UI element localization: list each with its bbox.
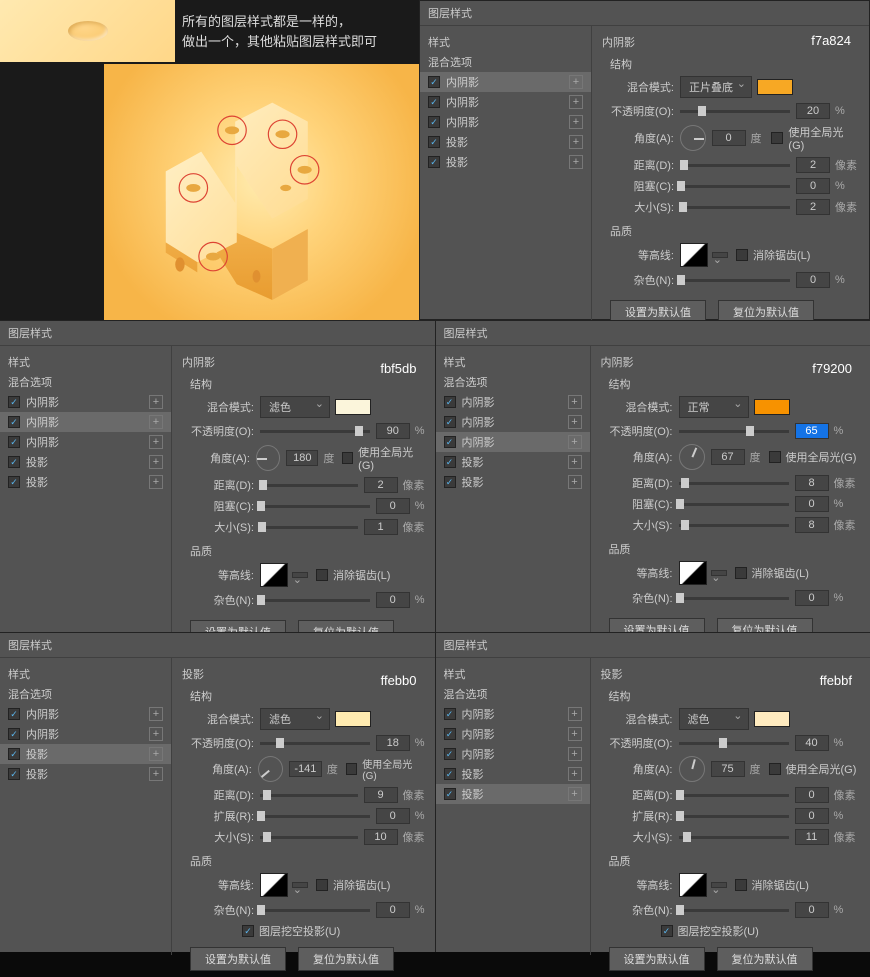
- layer-style-panel-2: 图层样式 样式 混合选项 内阴影+ 内阴影+ 内阴影+ 投影+ 投影+ 内阴影 …: [0, 320, 436, 632]
- drop-shadow-item[interactable]: 投影+: [420, 152, 591, 172]
- antialias-check[interactable]: [736, 249, 748, 261]
- panel-title: 图层样式: [0, 321, 435, 346]
- noise-slider[interactable]: [680, 279, 790, 282]
- preview-area: 所有的图层样式都是一样的，做出一个，其他粘贴图层样式即可: [0, 0, 419, 320]
- contour-picker[interactable]: [680, 243, 708, 267]
- opacity-value[interactable]: 20: [796, 103, 830, 119]
- color-hex-label: f79200: [812, 361, 852, 376]
- opacity-slider[interactable]: [680, 110, 790, 113]
- style-header: 样式: [420, 32, 591, 52]
- style-list: 样式 混合选项 内阴影+ 内阴影+ 内阴影+ 投影+ 投影+: [420, 26, 592, 338]
- drop-shadow-item[interactable]: 投影+: [420, 132, 591, 152]
- add-icon[interactable]: +: [569, 115, 583, 129]
- add-icon[interactable]: +: [569, 135, 583, 149]
- color-hex-label: ffebbf: [820, 673, 852, 688]
- params-area: 内阴影 结构 混合模式:正片叠底 不透明度(O):20% 角度(A):0度使用全…: [592, 26, 869, 338]
- layer-style-panel-5: 图层样式 样式 混合选项 内阴影+ 内阴影+ 内阴影+ 投影+ 投影+ 投影 结…: [436, 632, 870, 952]
- inner-shadow-item[interactable]: 内阴影+: [420, 72, 591, 92]
- small-preview: [0, 0, 175, 62]
- distance-value[interactable]: 2: [796, 157, 830, 173]
- add-icon[interactable]: +: [569, 75, 583, 89]
- tutorial-note: 所有的图层样式都是一样的，做出一个，其他粘贴图层样式即可: [182, 12, 377, 51]
- size-slider[interactable]: [680, 206, 790, 209]
- noise-value[interactable]: 0: [796, 272, 830, 288]
- main-preview: [104, 64, 419, 320]
- blend-mode-select[interactable]: 正片叠底: [680, 76, 752, 98]
- blend-options[interactable]: 混合选项: [420, 52, 591, 72]
- color-hex-label: fbf5db: [380, 361, 416, 376]
- color-swatch[interactable]: [757, 79, 793, 95]
- global-light-check[interactable]: [771, 132, 783, 144]
- angle-value[interactable]: 0: [712, 130, 746, 146]
- add-icon[interactable]: +: [569, 95, 583, 109]
- choke-value[interactable]: 0: [796, 178, 830, 194]
- color-hex-label: f7a824: [811, 33, 851, 48]
- angle-dial[interactable]: [680, 125, 706, 151]
- color-hex-label: ffebb0: [381, 673, 417, 688]
- inner-shadow-item[interactable]: 内阴影+: [420, 92, 591, 112]
- inner-shadow-item[interactable]: 内阴影+: [420, 112, 591, 132]
- panel-title: 图层样式: [420, 1, 869, 26]
- layer-style-panel-3: 图层样式 样式 混合选项 内阴影+ 内阴影+ 内阴影+ 投影+ 投影+ 内阴影 …: [436, 320, 870, 632]
- layer-style-panel-4: 图层样式 样式 混合选项 内阴影+ 内阴影+ 投影+ 投影+ 投影 结构 混合模…: [0, 632, 436, 952]
- distance-slider[interactable]: [680, 164, 790, 167]
- layer-style-panel-1: 图层样式 样式 混合选项 内阴影+ 内阴影+ 内阴影+ 投影+ 投影+ 内阴影 …: [419, 0, 870, 320]
- size-value[interactable]: 2: [796, 199, 830, 215]
- choke-slider[interactable]: [680, 185, 790, 188]
- add-icon[interactable]: +: [569, 155, 583, 169]
